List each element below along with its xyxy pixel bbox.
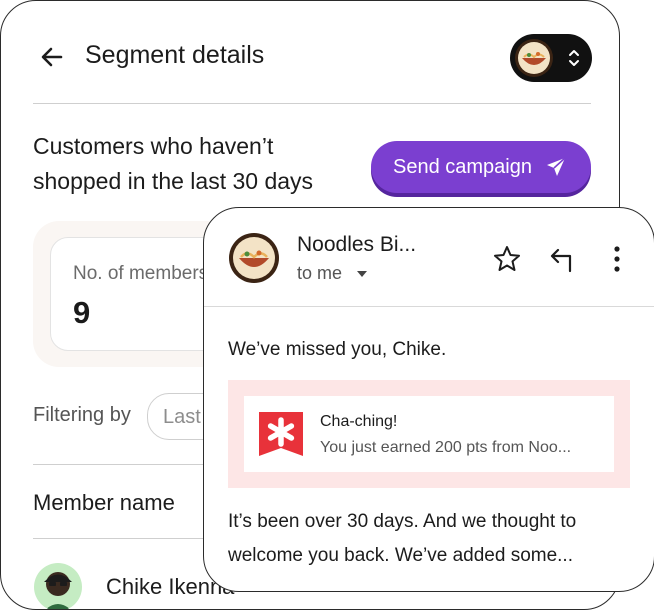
noodles-bistro-logo [515,39,553,77]
filter-label: Filtering by [33,404,131,426]
asterisk-badge-icon [259,412,303,456]
email-preview-card: Noodles Bi... to me We’ve missed you, Ch… [203,207,654,592]
member-name-column-header: Member name [33,490,175,515]
member-count-value: 9 [73,295,91,330]
chevron-up-down-icon [569,50,579,66]
paper-plane-icon [547,157,566,176]
notification-body: You just earned 200 pts from Noo... [320,439,572,456]
segment-description: Customers who haven’t shopped in the las… [33,133,314,194]
avatar [34,563,82,609]
member-avatar-illustration [44,572,72,609]
more-vertical-icon[interactable] [602,244,632,274]
account-switcher[interactable] [510,34,592,82]
member-count-label: No. of members [73,263,209,284]
star-icon[interactable] [492,244,522,274]
send-campaign-button[interactable]: Send campaign [371,141,591,193]
noodles-bistro-logo [229,233,279,283]
notification-title: Cha-ching! [320,413,398,430]
email-sender: Noodles Bi... [297,233,417,256]
reply-icon[interactable] [546,244,576,274]
divider [204,306,654,307]
send-campaign-label: Send campaign [393,156,532,178]
caret-down-icon[interactable] [356,270,368,278]
email-greeting: We’ve missed you, Chike. [228,339,447,360]
page-title: Segment details [85,41,265,69]
email-recipient[interactable]: to me [297,263,342,284]
email-body-text: It’s been over 30 days. And we thought t… [228,511,577,566]
divider [33,103,591,104]
arrow-left-icon[interactable] [39,44,65,70]
